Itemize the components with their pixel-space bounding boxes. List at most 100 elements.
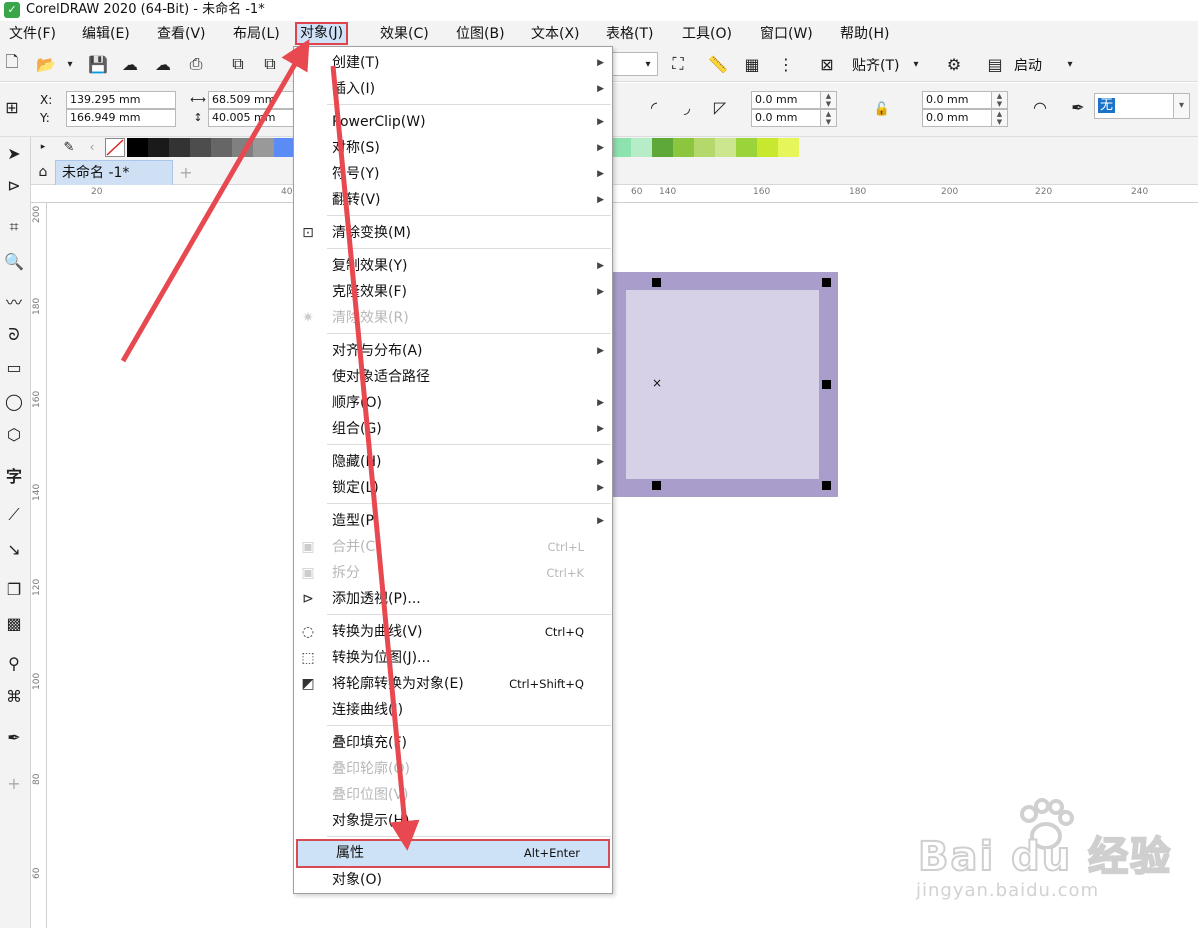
export-icon[interactable]: ⧉ bbox=[258, 52, 282, 76]
resize-handle-top-right[interactable] bbox=[822, 278, 831, 287]
transparency-tool-icon[interactable]: ▩ bbox=[2, 611, 26, 635]
open-dropdown-icon[interactable]: ▾ bbox=[58, 52, 82, 76]
lock-ratio-icon[interactable]: 🔓 bbox=[870, 97, 894, 121]
menu-item[interactable]: 连接曲线(J) bbox=[294, 697, 612, 723]
width-field[interactable]: 68.509 mm bbox=[208, 91, 294, 109]
menu-item[interactable]: 叠印填充(F) bbox=[294, 730, 612, 756]
add-tool-icon[interactable]: + bbox=[2, 771, 26, 795]
vertical-ruler[interactable]: 200 180 160 140 120 100 80 60 bbox=[31, 203, 47, 928]
menu-window[interactable]: 窗口(W) bbox=[760, 24, 813, 44]
menu-item-properties[interactable]: 属性 Alt+Enter bbox=[296, 839, 610, 868]
menu-item[interactable]: ✷ 清除效果(R) bbox=[294, 305, 612, 331]
scalloped-corner-icon[interactable]: ◞ bbox=[675, 95, 699, 119]
object-origin-icon[interactable]: ⊞ bbox=[0, 95, 24, 119]
palette-flyout-icon[interactable]: ▸ bbox=[35, 135, 51, 159]
menu-file[interactable]: 文件(F) bbox=[9, 24, 56, 44]
chamfered-corner-icon[interactable]: ◸ bbox=[708, 95, 732, 119]
menu-item[interactable]: 对齐与分布(A) ▶ bbox=[294, 338, 612, 364]
corner-spin-1[interactable]: ▲ ▼ bbox=[821, 91, 837, 109]
zoom-dropdown-icon[interactable]: ▾ bbox=[636, 52, 660, 76]
snap-icon[interactable]: ⊠ bbox=[815, 52, 839, 76]
menu-item[interactable]: 对称(S) ▶ bbox=[294, 135, 612, 161]
options-gear-icon[interactable]: ⚙ bbox=[942, 52, 966, 76]
snap-to-label[interactable]: 贴齐(T) bbox=[852, 55, 899, 75]
color-swatch[interactable] bbox=[652, 138, 673, 157]
no-color-swatch[interactable] bbox=[105, 138, 125, 157]
cloud-download-icon[interactable]: ☁ bbox=[118, 52, 142, 76]
menu-help[interactable]: 帮助(H) bbox=[840, 24, 889, 44]
x-position-field[interactable]: 139.295 mm bbox=[66, 91, 176, 109]
zoom-tool-icon[interactable]: 🔍 bbox=[2, 249, 26, 273]
color-swatch[interactable] bbox=[190, 138, 211, 157]
menu-item[interactable]: 组合(G) ▶ bbox=[294, 416, 612, 442]
color-swatch[interactable] bbox=[757, 138, 778, 157]
menu-item[interactable]: ▣ 合并(C) Ctrl+L bbox=[294, 534, 612, 560]
menu-item[interactable]: 对象(O) bbox=[294, 867, 612, 893]
corner-radius-bottom-right[interactable]: 0.0 mm bbox=[922, 109, 992, 127]
menu-item[interactable]: 复制效果(Y) ▶ bbox=[294, 253, 612, 279]
round-corner-icon[interactable]: ◜ bbox=[642, 95, 666, 119]
shape-tool-icon[interactable]: ⊳ bbox=[2, 173, 26, 197]
color-swatch[interactable] bbox=[610, 138, 631, 157]
menu-item[interactable]: 符号(Y) ▶ bbox=[294, 161, 612, 187]
resize-handle-top[interactable] bbox=[652, 278, 661, 287]
color-swatch[interactable] bbox=[232, 138, 253, 157]
menu-item[interactable]: 使对象适合路径 bbox=[294, 364, 612, 390]
rectangle-tool-icon[interactable]: ▭ bbox=[2, 355, 26, 379]
color-swatch[interactable] bbox=[715, 138, 736, 157]
color-swatch[interactable] bbox=[169, 138, 190, 157]
menu-item[interactable]: 叠印轮廓(O) bbox=[294, 756, 612, 782]
open-folder-icon[interactable]: 📂 bbox=[34, 52, 58, 76]
tab-untitled-document[interactable]: 未命名 -1* bbox=[55, 160, 173, 185]
ellipse-tool-icon[interactable]: ◯ bbox=[2, 389, 26, 413]
parallel-dimension-icon[interactable]: ⟋ bbox=[2, 503, 26, 527]
corner-radius-bottom-left[interactable]: 0.0 mm bbox=[751, 109, 821, 127]
y-position-field[interactable]: 166.949 mm bbox=[66, 109, 176, 127]
drawing-canvas[interactable]: × Bai du 经验 jingyan.baidu.com bbox=[48, 204, 1198, 928]
menu-item[interactable]: 对象提示(H) bbox=[294, 808, 612, 834]
height-field[interactable]: 40.005 mm bbox=[208, 109, 294, 127]
outline-width-select[interactable]: 无 bbox=[1094, 93, 1174, 119]
menu-item[interactable]: ▣ 拆分 Ctrl+K bbox=[294, 560, 612, 586]
menu-item[interactable]: 翻转(V) ▶ bbox=[294, 187, 612, 213]
outline-dropdown-icon[interactable]: ▾ bbox=[1174, 93, 1190, 119]
menu-object[interactable]: 对象(J) bbox=[295, 22, 349, 45]
pick-tool-icon[interactable]: ➤ bbox=[2, 141, 26, 165]
color-swatch[interactable] bbox=[211, 138, 232, 157]
corner-radius-top-left[interactable]: 0.0 mm bbox=[751, 91, 821, 109]
launch-icon[interactable]: ▤ bbox=[983, 52, 1007, 76]
menu-view[interactable]: 查看(V) bbox=[157, 24, 206, 44]
color-swatch[interactable] bbox=[631, 138, 652, 157]
menu-item[interactable]: 创建(T) ▶ bbox=[294, 50, 612, 76]
menu-item[interactable]: 造型(P) ▶ bbox=[294, 508, 612, 534]
color-eyedropper-icon[interactable]: ⚲ bbox=[2, 651, 26, 675]
color-swatch[interactable] bbox=[274, 138, 295, 157]
menu-item[interactable]: ⊳ 添加透视(P)... bbox=[294, 586, 612, 612]
menu-tools[interactable]: 工具(O) bbox=[682, 24, 732, 44]
color-swatch[interactable] bbox=[736, 138, 757, 157]
artistic-media-icon[interactable]: ᘐ bbox=[2, 323, 26, 347]
corner-spin-4[interactable]: ▲ ▼ bbox=[992, 109, 1008, 127]
color-swatch[interactable] bbox=[673, 138, 694, 157]
menu-text[interactable]: 文本(X) bbox=[531, 24, 580, 44]
menu-item[interactable]: 插入(I) ▶ bbox=[294, 76, 612, 102]
import-icon[interactable]: ⧉ bbox=[226, 52, 250, 76]
rulers-icon[interactable]: 📏 bbox=[706, 52, 730, 76]
menu-table[interactable]: 表格(T) bbox=[606, 24, 653, 44]
smart-fill-icon[interactable]: ✒ bbox=[2, 725, 26, 749]
color-swatch[interactable] bbox=[148, 138, 169, 157]
corner-spin-3[interactable]: ▲ ▼ bbox=[992, 91, 1008, 109]
menu-item[interactable]: 克隆效果(F) ▶ bbox=[294, 279, 612, 305]
launch-dropdown-icon[interactable]: ▾ bbox=[1058, 52, 1082, 76]
save-icon[interactable]: 💾 bbox=[86, 52, 110, 76]
full-screen-icon[interactable]: ⛶ bbox=[666, 52, 690, 76]
menu-item[interactable]: ⬚ 转换为位图(J)... bbox=[294, 645, 612, 671]
corner-spin-2[interactable]: ▲ ▼ bbox=[821, 109, 837, 127]
eyedropper-icon[interactable]: ✎ bbox=[61, 135, 77, 159]
menu-item[interactable]: PowerClip(W) ▶ bbox=[294, 109, 612, 135]
menu-item[interactable]: 锁定(L) ▶ bbox=[294, 475, 612, 501]
cloud-upload-icon[interactable]: ☁ bbox=[151, 52, 175, 76]
new-document-icon[interactable]: 🗋 bbox=[0, 52, 24, 76]
text-tool-icon[interactable]: 字 bbox=[2, 463, 26, 487]
color-swatch[interactable] bbox=[778, 138, 799, 157]
